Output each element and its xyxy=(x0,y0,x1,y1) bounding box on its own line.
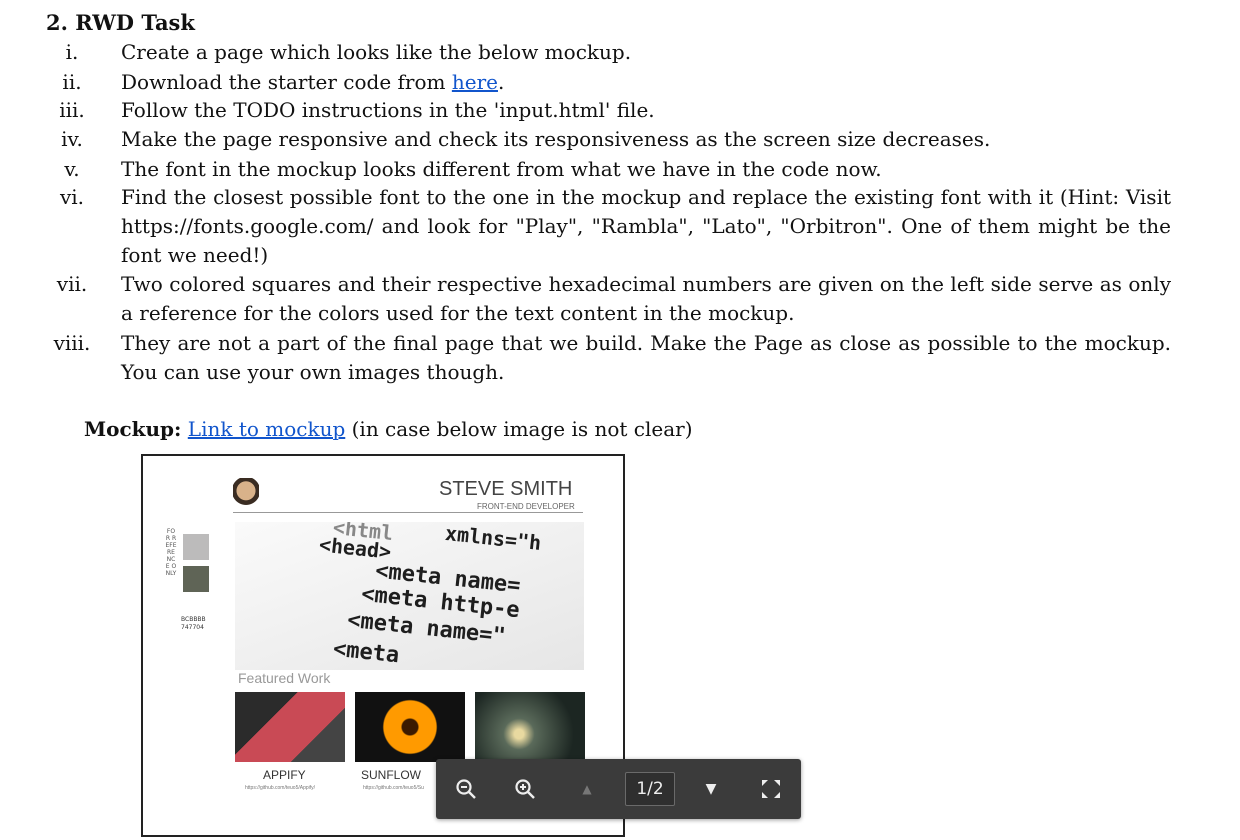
item-text: Find the closest possible font to the on… xyxy=(121,185,1171,267)
color-swatch-dark xyxy=(183,566,209,592)
fullscreen-icon[interactable] xyxy=(755,773,787,805)
project-url: https://github.com/teuo5/Appify/ xyxy=(245,785,316,791)
project-thumbnail xyxy=(235,692,345,762)
code-line: <meta xyxy=(331,636,401,669)
item-text: They are not a part of the final page th… xyxy=(121,331,1171,384)
reference-only-label: FOR REFERENCE ONLY xyxy=(165,528,177,577)
zoom-out-icon[interactable] xyxy=(450,773,482,805)
project-thumbnail xyxy=(475,692,585,762)
item-text: Follow the TODO instructions in the 'inp… xyxy=(121,98,655,122)
next-page-icon[interactable]: ▼ xyxy=(695,773,727,805)
item-number: vi. xyxy=(59,185,85,209)
item-text: Create a page which looks like the below… xyxy=(121,40,632,64)
hex-dark: 747704 xyxy=(181,624,204,631)
page-indicator[interactable]: 1/2 xyxy=(625,772,675,806)
item-number: vii. xyxy=(56,272,88,296)
hero-code-image: <html xmlns="h <head> <meta name= <meta … xyxy=(235,522,584,670)
mockup-label: Mockup: xyxy=(84,417,182,441)
header-divider xyxy=(233,512,583,513)
featured-work-title: Featured Work xyxy=(238,670,331,686)
item-number: i. xyxy=(65,40,79,64)
item-text: Make the page responsive and check its r… xyxy=(121,127,991,151)
code-line: xmlns="h xyxy=(444,522,543,555)
project-title: APPIFY xyxy=(263,768,306,782)
task-heading: 2. RWD Task xyxy=(46,10,195,35)
project-title: SUNFLOW xyxy=(361,768,421,782)
zoom-in-icon[interactable] xyxy=(509,773,541,805)
item-text: The font in the mockup looks different f… xyxy=(121,157,882,181)
item-text-prefix: Download the starter code from xyxy=(121,70,452,94)
project-thumbnail xyxy=(355,692,465,762)
mockup-link[interactable]: Link to mockup xyxy=(188,417,345,441)
item-text: Two colored squares and their respective… xyxy=(121,272,1171,325)
hex-light: BCBBBB xyxy=(181,616,206,623)
item-number: iv. xyxy=(61,127,83,151)
item-number: v. xyxy=(64,157,80,181)
item-text: Download the starter code from here. xyxy=(121,68,1171,97)
starter-code-link[interactable]: here xyxy=(452,70,498,94)
mockup-name: STEVE SMITH xyxy=(439,478,573,500)
item-number: ii. xyxy=(62,70,82,94)
mockup-role: FRONT-END DEVELOPER xyxy=(477,502,575,511)
avatar xyxy=(233,478,259,510)
item-number: viii. xyxy=(53,331,91,355)
mockup-reference: Mockup: Link to mockup (in case below im… xyxy=(84,417,693,441)
previous-page-icon[interactable]: ▲ xyxy=(571,773,603,805)
color-swatch-light xyxy=(183,534,209,560)
pdf-viewer-toolbar: ▲ 1/2 ▼ xyxy=(436,759,801,819)
project-url: https://github.com/teuo5/Su xyxy=(363,785,424,791)
mockup-note: (in case below image is not clear) xyxy=(345,417,693,441)
item-number: iii. xyxy=(59,98,85,122)
item-text-suffix: . xyxy=(497,70,505,94)
